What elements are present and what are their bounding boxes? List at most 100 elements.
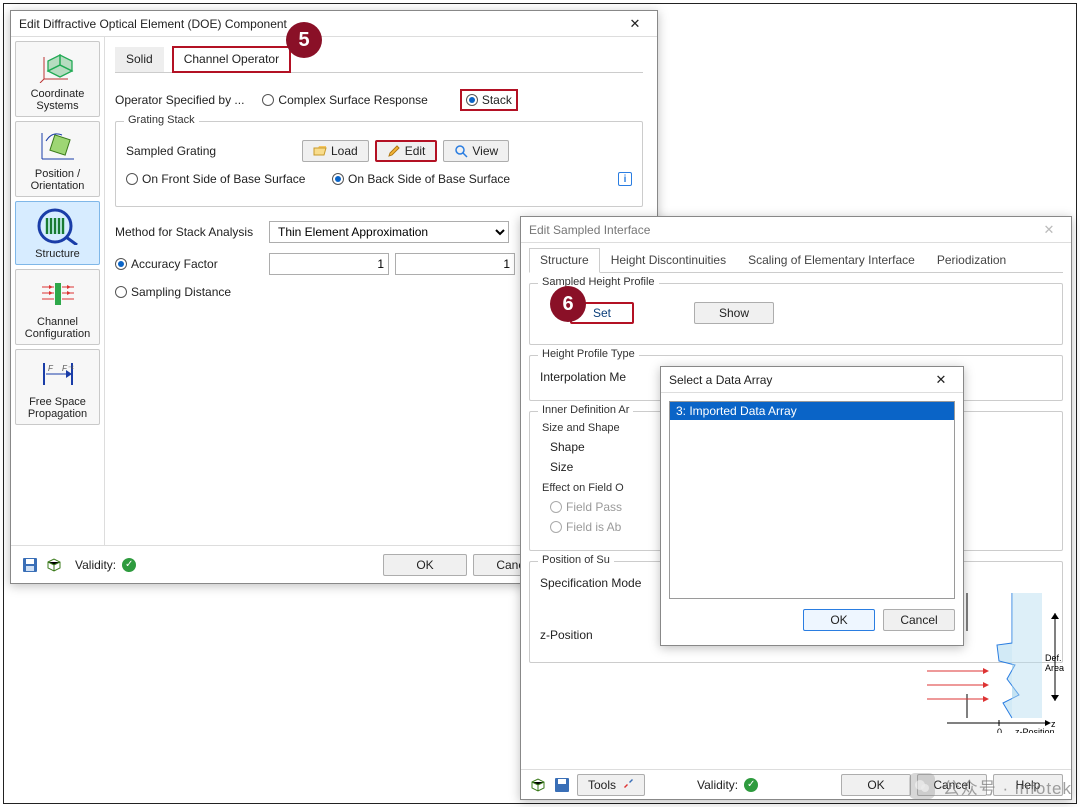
button-label: OK [867,778,884,792]
channel-config-icon [35,276,81,312]
info-icon[interactable]: i [618,172,632,186]
dlg1-titlebar[interactable]: Edit Diffractive Optical Element (DOE) C… [11,11,657,37]
sidebar-item-channel-configuration[interactable]: Channel Configuration [15,269,100,345]
edit-button[interactable]: Edit [375,140,438,162]
radio-complex-surface-response[interactable]: Complex Surface Response [262,93,427,107]
dlg2-titlebar[interactable]: Edit Sampled Interface ✕ [521,217,1071,243]
load-button[interactable]: Load [302,140,369,162]
dlg3-title: Select a Data Array [669,373,925,387]
size-label: Size [540,460,600,474]
group-legend: Grating Stack [124,114,199,126]
sidebar-item-coordinate-systems[interactable]: Coordinate Systems [15,41,100,117]
interpolation-label: Interpolation Me [540,370,660,384]
ok-button[interactable]: OK [803,609,875,631]
tools-button[interactable]: Tools [577,774,645,796]
badge-number: 6 [562,293,573,316]
button-label: OK [416,558,433,572]
show-button[interactable]: Show [694,302,774,324]
specification-mode-label: Specification Mode [540,576,660,590]
save-icon[interactable] [21,556,39,574]
view-button[interactable]: View [443,140,509,162]
operator-specified-by-label: Operator Specified by ... [115,93,244,107]
radio-checked-icon [115,258,127,270]
button-label: Tools [588,778,616,792]
button-label: OK [830,613,847,627]
button-label: Edit [405,144,426,158]
radio-label: On Back Side of Base Surface [348,172,510,186]
radio-label: On Front Side of Base Surface [142,172,305,186]
radio-checked-icon [466,94,478,106]
axes-cube-icon [35,48,81,84]
radio-label: Complex Surface Response [278,93,427,107]
svg-text:F⁻¹: F⁻¹ [62,364,74,373]
radio-label: Stack [482,93,512,107]
radio-sampling-distance[interactable]: Sampling Distance [115,285,231,299]
radio-accuracy-factor[interactable]: Accuracy Factor [115,257,263,271]
svg-text:0: 0 [997,727,1002,733]
tab-periodization[interactable]: Periodization [926,248,1017,273]
radio-back-side[interactable]: On Back Side of Base Surface [332,172,510,186]
sidebar-item-position-orientation[interactable]: Position / Orientation [15,121,100,197]
validity-ok-icon: ✓ [122,558,136,572]
tab-label: Structure [540,253,589,267]
data-array-listbox[interactable]: 3: Imported Data Array [669,401,955,599]
tab-structure[interactable]: Structure [529,248,600,273]
close-icon[interactable]: ✕ [619,13,651,35]
radio-label: Accuracy Factor [131,257,218,271]
tab-solid[interactable]: Solid [115,47,164,72]
dlg2-tabs: Structure Height Discontinuities Scaling… [529,247,1063,273]
button-label: Show [719,306,749,320]
validity-label: Validity: [75,558,116,572]
ok-button[interactable]: OK [383,554,467,576]
3d-cube-icon[interactable] [529,776,547,794]
orientation-icon [35,128,81,164]
callout-badge-5: 5 [286,22,322,58]
radio-front-side[interactable]: On Front Side of Base Surface [126,172,326,186]
cancel-button[interactable]: Cancel [883,609,955,631]
list-item[interactable]: 3: Imported Data Array [670,402,954,420]
tab-height-discontinuities[interactable]: Height Discontinuities [600,248,737,273]
z-position-label: z-Position [540,628,660,642]
save-icon[interactable] [553,776,571,794]
method-for-stack-analysis-label: Method for Stack Analysis [115,225,263,239]
sidebar-item-label: Free Space Propagation [28,396,87,420]
list-item-label: 3: Imported Data Array [676,404,797,418]
sampled-height-profile-label: Sampled Height Profile [538,276,659,288]
shape-label: Shape [540,440,600,454]
method-select[interactable]: Thin Element Approximation [269,221,509,243]
svg-text:z-Position: z-Position [1015,727,1055,733]
pencil-icon [387,144,401,158]
accuracy-value-2[interactable] [395,253,515,275]
sidebar-item-label: Structure [35,248,80,260]
sampled-grating-label: Sampled Grating [126,144,296,158]
button-label: Load [331,144,358,158]
tab-label: Height Discontinuities [611,253,726,267]
select-data-array-dialog: Select a Data Array ✕ 3: Imported Data A… [660,366,964,646]
tab-scaling-of-elementary-interface[interactable]: Scaling of Elementary Interface [737,248,926,273]
tab-channel-operator[interactable]: Channel Operator [172,46,291,73]
close-icon[interactable]: ✕ [1033,219,1065,241]
sidebar-item-free-space-propagation[interactable]: FF⁻¹ Free Space Propagation [15,349,100,425]
dlg3-titlebar[interactable]: Select a Data Array ✕ [661,367,963,393]
button-label: Set [593,306,611,320]
sidebar-item-structure[interactable]: Structure [15,201,100,265]
accuracy-value-1[interactable] [269,253,389,275]
inner-definition-area-label: Inner Definition Ar [538,404,633,416]
ok-button[interactable]: OK [841,774,911,796]
watermark-text: 公众号 · infotek [943,774,1072,799]
radio-checked-icon [332,173,344,185]
sidebar-item-label: Position / Orientation [31,168,85,192]
structure-lens-icon [35,208,81,244]
3d-cube-icon[interactable] [45,556,63,574]
radio-unchecked-icon [550,521,562,533]
radio-stack[interactable]: Stack [466,93,512,107]
propagation-icon: FF⁻¹ [35,356,81,392]
magnifier-icon [454,144,468,158]
tab-label: Scaling of Elementary Interface [748,253,915,267]
position-of-surface-label: Position of Su [538,554,614,566]
svg-text:z: z [1051,719,1056,729]
tab-label: Channel Operator [184,52,279,66]
close-icon[interactable]: ✕ [925,369,957,391]
radio-unchecked-icon [262,94,274,106]
radio-unchecked-icon [115,286,127,298]
